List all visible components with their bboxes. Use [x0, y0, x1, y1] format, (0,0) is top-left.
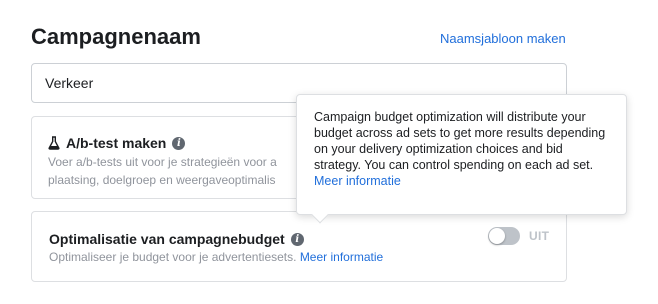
tooltip-learn-more-link[interactable]: Meer informatie	[314, 174, 401, 188]
campaign-name-title: Campagnenaam	[31, 24, 201, 49]
ab-test-title-row: A/b-test maken i	[48, 135, 186, 151]
ab-test-description: Voer a/b-tests uit voor je strategieën v…	[48, 153, 308, 189]
toggle-knob	[489, 228, 505, 244]
cbo-toggle-wrap[interactable]: UIT	[488, 227, 549, 245]
info-icon[interactable]: i	[172, 136, 186, 150]
tooltip-text: Campaign budget optimization will distri…	[314, 110, 606, 172]
ab-test-description-line2: plaatsing, doelgroep en weergaveoptimali…	[48, 173, 276, 187]
ab-test-title: A/b-test maken	[66, 135, 167, 151]
cbo-card: Optimalisatie van campagnebudget i Optim…	[31, 211, 567, 282]
ab-test-description-line1: Voer a/b-tests uit voor je strategieën v…	[48, 155, 277, 169]
flask-icon	[48, 136, 60, 150]
cbo-title: Optimalisatie van campagnebudget	[49, 231, 285, 247]
cbo-description-text: Optimaliseer je budget voor je advertent…	[49, 250, 297, 264]
cbo-tooltip: Campaign budget optimization will distri…	[296, 94, 627, 215]
cbo-toggle[interactable]	[488, 227, 520, 245]
cbo-description: Optimaliseer je budget voor je advertent…	[49, 248, 383, 266]
cbo-learn-more-link[interactable]: Meer informatie	[300, 250, 383, 264]
toggle-label: UIT	[529, 229, 550, 243]
create-name-template-link[interactable]: Naamsjabloon maken	[440, 31, 566, 46]
cbo-title-row: Optimalisatie van campagnebudget i	[49, 231, 304, 247]
info-icon[interactable]: i	[290, 232, 304, 246]
